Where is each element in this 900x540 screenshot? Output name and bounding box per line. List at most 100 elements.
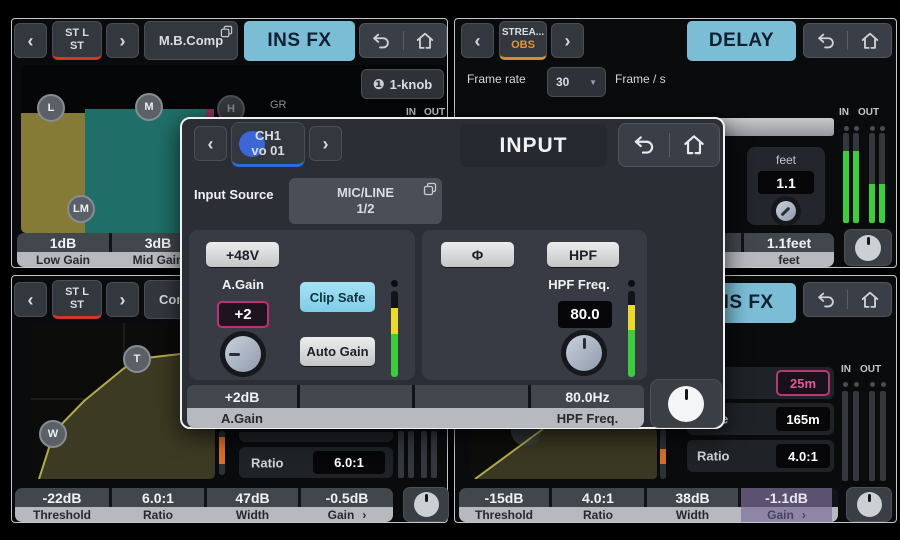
param-cell-empty-3[interactable] (415, 385, 528, 408)
gain-value: -1.1dB (765, 490, 808, 506)
param-cell-threshold[interactable]: -15dB (459, 488, 549, 507)
channel-select-button[interactable]: ST L ST (52, 21, 102, 60)
next-channel-button[interactable]: › (106, 282, 139, 317)
delay-value-box[interactable]: 1.1 (758, 171, 814, 194)
delay-feet-label: feet (744, 252, 834, 267)
param-cell-ratio[interactable]: 6.0:1 (112, 488, 204, 507)
param-cell-width[interactable]: 38dB (647, 488, 738, 507)
phantom-48v-button[interactable]: +48V (206, 242, 279, 267)
ratio-row-value-box[interactable]: 6.0:1 (313, 451, 385, 474)
assigned-value: 25m (790, 376, 816, 391)
delay-knob-tick (781, 207, 791, 217)
param-cell-gain-selected[interactable]: -1.1dB (741, 488, 832, 507)
prev-channel-button[interactable]: ‹ (14, 23, 47, 58)
hpf-freq-knob[interactable] (561, 330, 607, 376)
home-icon[interactable] (859, 30, 881, 52)
band-knob-mid[interactable]: M (135, 93, 163, 121)
phase-button[interactable]: Φ (441, 242, 514, 267)
band-knob-low[interactable]: L (37, 94, 65, 122)
ratio-label: Ratio (552, 507, 644, 522)
ratio-row[interactable]: Ratio 6.0:1 (239, 447, 393, 478)
home-icon[interactable] (414, 30, 436, 52)
param-cell-ratio[interactable]: 4.0:1 (552, 488, 644, 507)
panel-knob-button[interactable] (403, 487, 449, 522)
delay-knob[interactable] (771, 196, 801, 226)
param-cell-gain[interactable]: -0.5dB (301, 488, 393, 507)
ratio-label-text: Ratio (583, 508, 613, 522)
param-cell-empty-2[interactable] (300, 385, 412, 408)
input-source-label: Input Source (194, 187, 273, 202)
channel-select-button[interactable]: CH1 vo 01 (231, 122, 305, 167)
undo-icon[interactable] (815, 30, 837, 52)
undo-icon[interactable] (370, 30, 392, 52)
crossover-knob-lm[interactable]: LM (67, 195, 95, 223)
out-label: OUT (860, 364, 881, 375)
prev-channel-button[interactable]: ‹ (461, 23, 494, 58)
in-meter-r (853, 133, 859, 223)
clip-safe-button[interactable]: Clip Safe (300, 282, 375, 312)
panel-knob-button[interactable] (844, 229, 892, 266)
param-cell-hpf-freq[interactable]: 80.0Hz (531, 385, 644, 408)
analog-gain-knob[interactable] (220, 331, 266, 377)
width-knob[interactable]: W (39, 420, 67, 448)
meter-green-seg (843, 151, 849, 223)
gr-meter (660, 429, 666, 479)
channel-select-button[interactable]: STREA... OBS (499, 21, 547, 60)
input-level-meter (391, 291, 398, 377)
home-icon[interactable] (859, 289, 881, 311)
param-cell-delay[interactable]: 1.1feet (744, 233, 834, 252)
band-knob-low-label: L (48, 102, 55, 114)
hpf-button[interactable]: HPF (547, 242, 619, 267)
home-icon[interactable] (681, 132, 707, 158)
param-bar: -22dB 6.0:1 47dB -0.5dB Threshold Ratio … (15, 488, 393, 522)
frame-rate-label: Frame rate (467, 72, 526, 86)
param-cell-low-gain[interactable]: 1dB (17, 233, 109, 252)
dialog-knob-button[interactable] (650, 379, 722, 428)
param-cell-width[interactable]: 47dB (207, 488, 298, 507)
prev-channel-button[interactable]: ‹ (14, 282, 47, 317)
more-params-chevron[interactable]: › (802, 508, 806, 522)
frame-rate-dropdown[interactable]: 30 ▼ (547, 67, 606, 97)
auto-gain-button[interactable]: Auto Gain (300, 337, 375, 366)
input-source-button[interactable]: MIC/LINE 1/2 (289, 178, 442, 224)
release-value-box[interactable]: 165m (776, 407, 830, 431)
undo-icon[interactable] (815, 289, 837, 311)
panel-knob-button[interactable] (846, 487, 892, 522)
hpf-freq-value-box[interactable]: 80.0 (558, 301, 612, 328)
param-row-ratio[interactable]: Ratio 4.0:1 (687, 440, 834, 472)
next-channel-button[interactable]: › (551, 23, 584, 58)
chevron-left-icon: ‹ (28, 32, 34, 50)
width-label-text: Width (676, 508, 709, 522)
one-knob-button[interactable]: ❶ 1-knob (361, 69, 444, 99)
gr-orange-seg (219, 437, 225, 464)
threshold-knob[interactable]: T (123, 345, 151, 373)
param-cell-again[interactable]: +2dB (187, 385, 297, 408)
channel-name: ST L (65, 286, 89, 299)
hpf-freq-footer-label: HPF Freq. (531, 408, 644, 428)
more-params-chevron[interactable]: › (362, 508, 366, 522)
analog-gain-value-box[interactable]: +2 (217, 301, 269, 328)
delay-unit-label: feet (747, 153, 825, 167)
ratio-row-value-box[interactable]: 4.0:1 (776, 444, 830, 468)
page-title-text: DELAY (709, 30, 774, 52)
chevron-left-icon: ‹ (475, 32, 481, 50)
assigned-value-box[interactable]: 25m (776, 370, 830, 396)
undo-icon[interactable] (631, 132, 657, 158)
clip-led (881, 382, 886, 387)
param-cell-threshold[interactable]: -22dB (15, 488, 109, 507)
channel-name: ST L (65, 27, 89, 40)
input-source-value-line2: 1/2 (356, 201, 374, 217)
next-channel-button[interactable]: › (106, 23, 139, 58)
clip-led (880, 126, 885, 131)
in-meter-l (398, 431, 404, 478)
analog-gain-label: A.Gain (199, 277, 287, 292)
effect-select-button[interactable]: M.B.Comp (144, 21, 238, 60)
delay-feet-label-text: feet (778, 253, 799, 267)
prev-channel-button[interactable]: ‹ (194, 126, 227, 161)
next-channel-button[interactable]: › (309, 126, 342, 161)
copy-icon (220, 25, 233, 38)
again-footer-label: A.Gain (187, 408, 297, 428)
comp-curve-graph[interactable] (471, 429, 657, 479)
analog-gain-knob-face (225, 336, 261, 372)
channel-select-button[interactable]: ST L ST (52, 280, 102, 319)
